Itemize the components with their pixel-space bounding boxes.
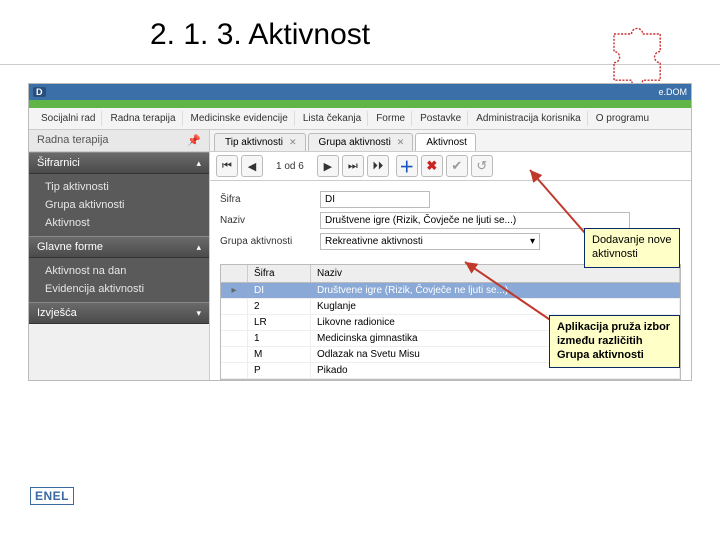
close-icon[interactable]: ✕ bbox=[289, 137, 297, 148]
save-button[interactable]: ✔ bbox=[446, 155, 468, 177]
sidebar-item-aktivnost-na-dan[interactable]: Aktivnost na dan bbox=[29, 262, 209, 280]
sidebar-item-tip-aktivnosti[interactable]: Tip aktivnosti bbox=[29, 178, 209, 196]
sidebar-item-aktivnost[interactable]: Aktivnost bbox=[29, 214, 209, 232]
label-grupa: Grupa aktivnosti bbox=[220, 236, 320, 247]
chevron-down-icon: ▾ bbox=[196, 308, 201, 319]
tab-label: Aktivnost bbox=[426, 137, 467, 148]
section-label: Šifrarnici bbox=[37, 157, 80, 169]
skip-button[interactable]: ⏵⏵ bbox=[367, 155, 389, 177]
cell-sifra: DI bbox=[248, 283, 311, 298]
tab-aktivnost[interactable]: Aktivnost bbox=[415, 133, 476, 151]
last-record-button[interactable]: ⏭ bbox=[342, 155, 364, 177]
menu-item[interactable]: Socijalni rad bbox=[35, 111, 102, 126]
callout-add: Dodavanje nove aktivnosti bbox=[584, 228, 680, 268]
menu-item[interactable]: Lista čekanja bbox=[297, 111, 368, 126]
tab-label: Grupa aktivnosti bbox=[319, 137, 391, 148]
select-grupa-aktivnosti[interactable]: Rekreativne aktivnosti ▾ bbox=[320, 233, 540, 250]
menu-item[interactable]: Administracija korisnika bbox=[470, 111, 587, 126]
sidebar-section-glavne-forme[interactable]: Glavne forme ▴ bbox=[29, 236, 209, 258]
table-row[interactable]: ▸ DI Društvene igre (Rizik, Čovječe ne l… bbox=[221, 283, 680, 299]
label-naziv: Naziv bbox=[220, 215, 320, 226]
callout-dropdown: Aplikacija pruža izbor između različitih… bbox=[549, 315, 680, 368]
main-menu: Socijalni rad Radna terapija Medicinske … bbox=[29, 108, 691, 130]
select-value: Rekreativne aktivnosti bbox=[325, 236, 423, 247]
next-record-button[interactable]: ▶ bbox=[317, 155, 339, 177]
undo-button[interactable]: ↺ bbox=[471, 155, 493, 177]
cell-naziv: Društvene igre (Rizik, Čovječe ne ljuti … bbox=[311, 283, 680, 298]
col-sifra[interactable]: Šifra bbox=[248, 265, 311, 282]
first-record-button[interactable]: ⏮ bbox=[216, 155, 238, 177]
col-marker bbox=[221, 265, 248, 282]
sidebar-section-izvjesca[interactable]: Izvješća ▾ bbox=[29, 302, 209, 324]
tab-strip: Tip aktivnosti ✕ Grupa aktivnosti ✕ Aktivn… bbox=[210, 130, 691, 152]
input-naziv[interactable]: Društvene igre (Rizik, Čovječe ne ljuti … bbox=[320, 212, 630, 229]
app-title: e.DOM bbox=[658, 87, 687, 97]
input-sifra[interactable]: DI bbox=[320, 191, 430, 208]
section-label: Glavne forme bbox=[37, 241, 103, 253]
menu-item[interactable]: Radna terapija bbox=[104, 111, 182, 126]
delete-record-button[interactable]: ✖ bbox=[421, 155, 443, 177]
tab-tip-aktivnosti[interactable]: Tip aktivnosti ✕ bbox=[214, 133, 306, 151]
sidebar: Radna terapija 📌 Šifrarnici ▴ Tip aktivn… bbox=[29, 130, 210, 380]
label-sifra: Šifra bbox=[220, 194, 320, 205]
chevron-down-icon: ▾ bbox=[530, 236, 535, 247]
add-record-button[interactable]: ＋ bbox=[396, 155, 418, 177]
record-position: 1 od 6 bbox=[266, 161, 314, 172]
menu-item[interactable]: Medicinske evidencije bbox=[185, 111, 295, 126]
col-naziv[interactable]: Naziv bbox=[311, 265, 680, 282]
sidebar-item-evidencija[interactable]: Evidencija aktivnosti bbox=[29, 280, 209, 298]
sidebar-header: Radna terapija 📌 bbox=[29, 130, 209, 152]
chevron-up-icon: ▴ bbox=[196, 158, 201, 169]
menu-item[interactable]: Forme bbox=[370, 111, 412, 126]
menu-item[interactable]: Postavke bbox=[414, 111, 468, 126]
tab-grupa-aktivnosti[interactable]: Grupa aktivnosti ✕ bbox=[308, 133, 414, 151]
ribbon-accent bbox=[29, 100, 691, 108]
titlebar: D e.DOM bbox=[29, 84, 691, 100]
pin-icon[interactable]: 📌 bbox=[187, 134, 201, 147]
sidebar-section-sifrarnici[interactable]: Šifrarnici ▴ bbox=[29, 152, 209, 174]
app-icon: D bbox=[33, 87, 46, 97]
section-label: Izvješća bbox=[37, 307, 77, 319]
record-toolbar: ⏮ ◀ 1 od 6 ▶ ⏭ ⏵⏵ ＋ ✖ ✔ ↺ bbox=[210, 152, 691, 181]
prev-record-button[interactable]: ◀ bbox=[241, 155, 263, 177]
brand-logo: ENEL bbox=[30, 487, 74, 505]
table-row[interactable]: 2 Kuglanje bbox=[221, 299, 680, 315]
row-marker-icon: ▸ bbox=[221, 283, 248, 298]
tab-label: Tip aktivnosti bbox=[225, 137, 283, 148]
sidebar-title: Radna terapija bbox=[37, 134, 109, 147]
sidebar-item-grupa-aktivnosti[interactable]: Grupa aktivnosti bbox=[29, 196, 209, 214]
menu-item[interactable]: O programu bbox=[590, 111, 655, 126]
close-icon[interactable]: ✕ bbox=[397, 137, 405, 148]
chevron-up-icon: ▴ bbox=[196, 242, 201, 253]
